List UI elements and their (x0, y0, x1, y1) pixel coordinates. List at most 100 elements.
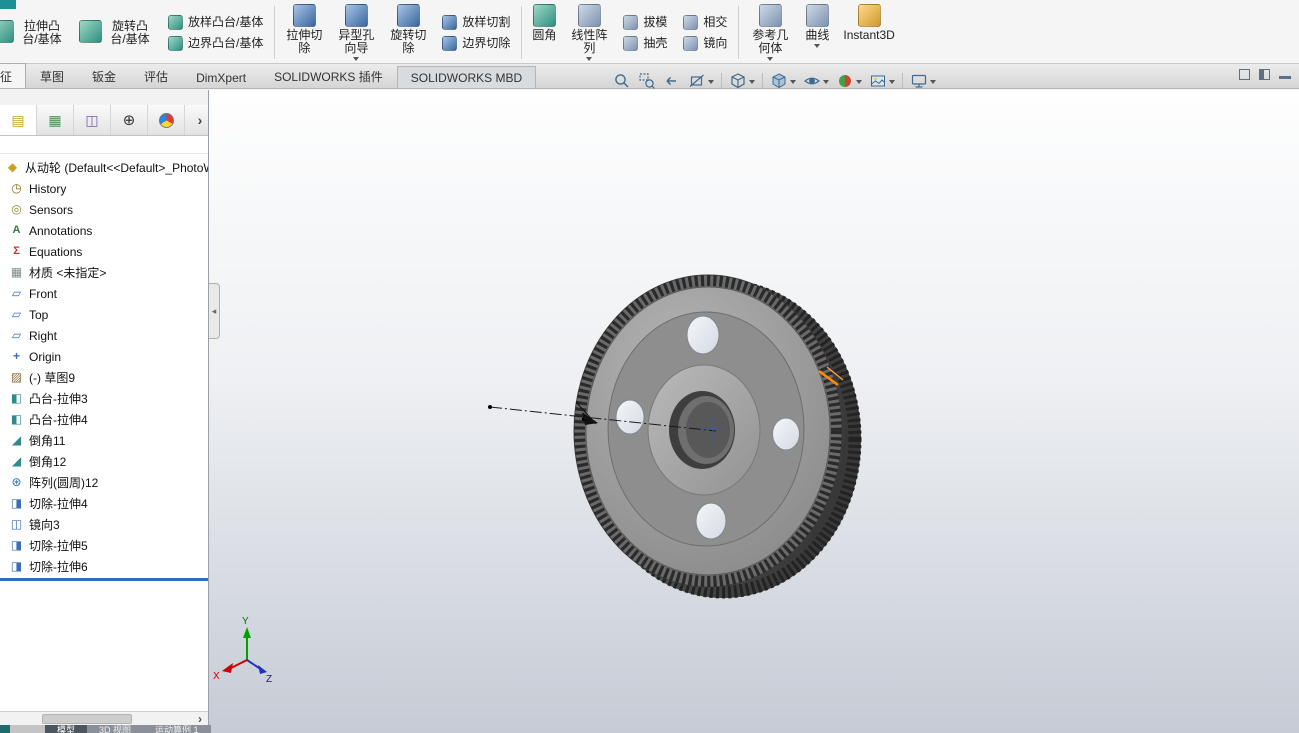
revolve-boss-button[interactable]: 旋转凸台/基体 (72, 2, 160, 63)
boundary-boss-button[interactable]: 边界凸台/基体 (165, 35, 266, 52)
tree-item-boss-extrude4[interactable]: 凸台-拉伸4 (0, 409, 208, 430)
tab-label: 特征 (0, 70, 13, 84)
3d-views-tab[interactable]: 3D 视图 (87, 725, 144, 733)
hide-show-items-button[interactable] (800, 70, 832, 92)
tree-item-label: 阵列(圆周)12 (29, 476, 99, 490)
mirror-button[interactable]: 镜向 (680, 35, 730, 52)
pane-toggle-left-icon[interactable] (1239, 69, 1250, 80)
extrude-cut-button[interactable]: 拉伸切除 (278, 2, 330, 63)
zoom-area-button[interactable] (635, 70, 659, 92)
tree-item-sketch9[interactable]: (-) 草图9 (0, 367, 208, 388)
draft-icon (623, 14, 639, 30)
equations-icon (9, 244, 24, 259)
collapse-ribbon-icon[interactable] (1279, 76, 1291, 79)
tree-item-equations[interactable]: Equations (0, 241, 208, 262)
revolve-cut-label: 旋转切除 (390, 28, 427, 55)
tree-item-boss-extrude3[interactable]: 凸台-拉伸3 (0, 388, 208, 409)
view-orientation-button[interactable] (726, 70, 758, 92)
shell-button[interactable]: 抽壳 (620, 35, 670, 52)
instant3d-button[interactable]: Instant3D (836, 2, 901, 63)
tab-solidworks-mbd[interactable]: SOLIDWORKS MBD (396, 66, 537, 88)
tab-label: DimXpert (196, 71, 247, 85)
curves-button[interactable]: 曲线 (798, 2, 836, 63)
tab-evaluate[interactable]: 评估 (130, 63, 182, 88)
instant3d-label: Instant3D (843, 28, 895, 42)
loft-boss-button[interactable]: 放样凸台/基体 (165, 14, 266, 31)
zoom-fit-icon (615, 73, 629, 87)
tree-item-cut-extrude5[interactable]: 切除-拉伸5 (0, 535, 208, 556)
linear-pattern-button[interactable]: 线性阵列 (563, 2, 615, 63)
tree-item-cut-extrude4[interactable]: 切除-拉伸4 (0, 493, 208, 514)
tree-item-label: 凸台-拉伸3 (29, 392, 88, 406)
tree-item-material[interactable]: 材质 <未指定> (0, 262, 208, 283)
feature-manager-tab[interactable] (0, 105, 37, 135)
tree-item-cut-extrude6[interactable]: 切除-拉伸6 (0, 556, 208, 577)
revolve-cut-icon (396, 4, 420, 27)
scrollbar-right-arrow-icon[interactable] (193, 712, 207, 726)
previous-view-icon (666, 76, 676, 85)
apply-scene-button[interactable] (866, 70, 898, 92)
rollback-bar[interactable] (0, 578, 208, 581)
configuration-manager-tab[interactable] (74, 105, 111, 135)
fillet-button[interactable]: 圆角 (525, 2, 563, 63)
pane-toggle-right-icon[interactable] (1259, 69, 1270, 80)
tree-item-circular-pattern12[interactable]: 阵列(圆周)12 (0, 472, 208, 493)
tree-item-chamfer12[interactable]: 倒角12 (0, 451, 208, 472)
hole-wizard-button[interactable]: 异型孔向导 (330, 2, 382, 63)
tree-filter-row[interactable] (0, 136, 208, 154)
scroll-corner-icon (0, 725, 10, 733)
edit-appearance-button[interactable] (833, 70, 865, 92)
tab-sketch[interactable]: 草图 (26, 63, 78, 88)
tree-item-front-plane[interactable]: Front (0, 283, 208, 304)
revolve-cut-button[interactable]: 旋转切除 (382, 2, 434, 63)
motion-study-tab[interactable]: 运动算例 1 (143, 725, 211, 733)
tree-item-chamfer11[interactable]: 倒角11 (0, 430, 208, 451)
section-view-button[interactable] (685, 70, 717, 92)
panel-horizontal-scrollbar[interactable] (0, 711, 208, 726)
zoom-fit-button[interactable] (610, 70, 634, 92)
model-tab[interactable]: 模型 (45, 725, 88, 733)
view-settings-button[interactable] (907, 70, 939, 92)
chevron-down-icon (586, 57, 593, 61)
tree-root-part[interactable]: 从动轮 (Default<<Default>_PhotoW (0, 157, 208, 178)
cut-extrude-icon (9, 538, 24, 553)
tree-item-label: Front (29, 286, 58, 301)
extrude-boss-button[interactable]: 拉伸凸台/基体 (0, 2, 72, 63)
tab-solidworks-addins[interactable]: SOLIDWORKS 插件 (260, 63, 397, 88)
gear-model[interactable] (573, 274, 862, 599)
tab-label: 钣金 (92, 70, 117, 84)
tab-dimxpert[interactable]: DimXpert (182, 66, 260, 88)
mirror-feature-icon (9, 517, 24, 532)
display-manager-tab[interactable] (148, 105, 185, 135)
panel-expand-chevron-icon[interactable] (192, 105, 208, 135)
chevron-down-icon (767, 57, 774, 61)
tree-item-annotations[interactable]: Annotations (0, 220, 208, 241)
dimxpert-manager-tab[interactable] (111, 105, 148, 135)
previous-view-button[interactable] (660, 70, 684, 92)
tree-item-origin[interactable]: Origin (0, 346, 208, 367)
triad-z-label: Z (266, 674, 272, 685)
tree-item-label: 切除-拉伸5 (29, 539, 88, 553)
draft-label: 拔模 (643, 14, 668, 29)
loft-cut-button[interactable]: 放样切割 (439, 14, 513, 31)
property-manager-tab[interactable] (37, 105, 74, 135)
draft-button[interactable]: 拔模 (620, 14, 670, 31)
scrollbar-thumb[interactable] (42, 714, 132, 724)
display-style-button[interactable] (767, 70, 799, 92)
tree-item-top-plane[interactable]: Top (0, 304, 208, 325)
extrude-boss-icon (0, 20, 14, 43)
panel-header-spacer (0, 90, 208, 105)
reference-geometry-button[interactable]: 参考几何体 (742, 2, 798, 63)
tree-item-mirror3[interactable]: 镜向3 (0, 514, 208, 535)
intersect-button[interactable]: 相交 (680, 14, 730, 31)
boundary-cut-button[interactable]: 边界切除 (439, 35, 513, 52)
tree-item-right-plane[interactable]: Right (0, 325, 208, 346)
tree-item-label: Sensors (29, 202, 74, 217)
tab-sheet-metal[interactable]: 钣金 (78, 63, 130, 88)
panel-collapse-handle[interactable] (209, 283, 220, 339)
3d-views-tab-label: 3D 视图 (99, 725, 132, 733)
tree-item-history[interactable]: History (0, 178, 208, 199)
tab-features[interactable]: 特征 (0, 63, 27, 88)
tree-item-sensors[interactable]: Sensors (0, 199, 208, 220)
tree-item-label: 镜向3 (29, 518, 60, 532)
